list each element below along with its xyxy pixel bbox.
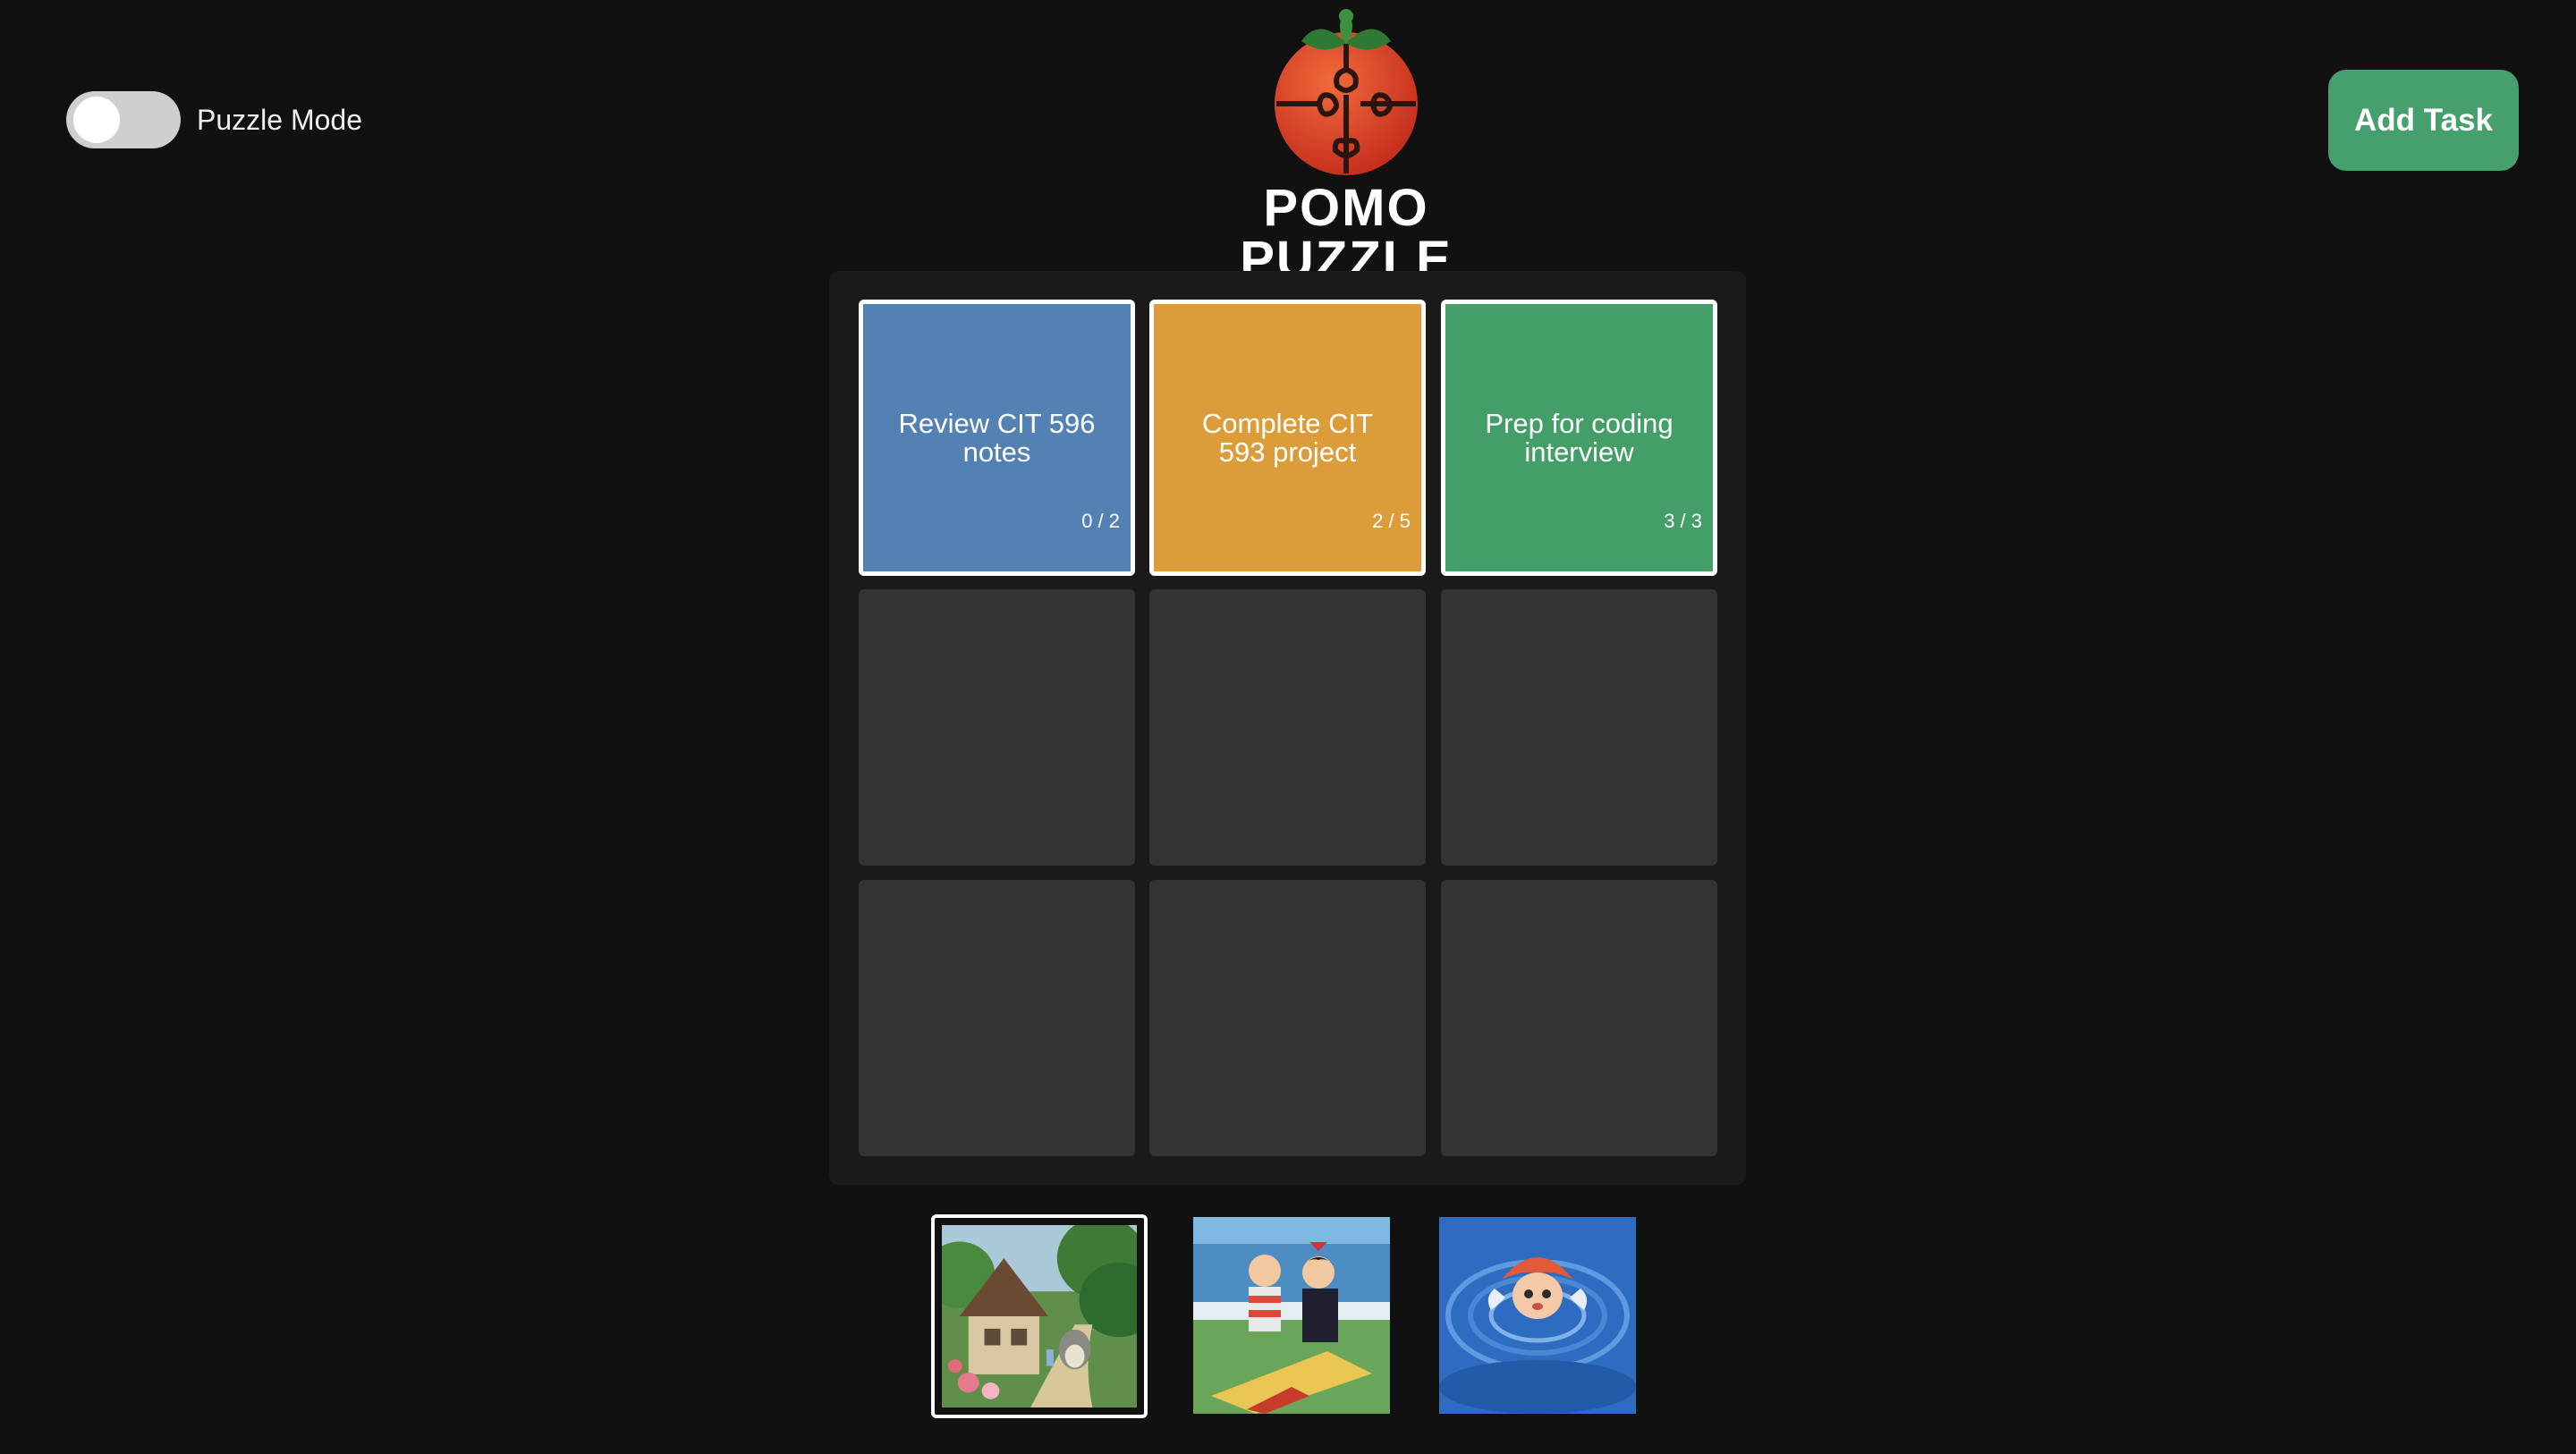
puzzle-mode-label: Puzzle Mode — [197, 103, 362, 136]
app-root: Puzzle Mode POMO PUZZLE Add Task Review … — [0, 0, 2576, 1454]
underwater-fish-girl-image — [1439, 1217, 1636, 1414]
thumbnail-underwater[interactable] — [1439, 1217, 1636, 1414]
app-logo: POMO PUZZLE — [1154, 7, 1538, 286]
beach-picnic-image — [1193, 1217, 1390, 1414]
task-progress: 2 / 5 — [1372, 510, 1411, 532]
task-tile-prep-coding-interview[interactable]: Prep for coding interview 3 / 3 — [1441, 300, 1717, 576]
cottage-forest-image — [942, 1225, 1137, 1408]
empty-tile[interactable] — [859, 880, 1135, 1156]
toggle-knob — [73, 97, 120, 143]
puzzle-board: Review CIT 596 notes 0 / 2 Complete CIT … — [829, 271, 1746, 1185]
add-task-button[interactable]: Add Task — [2328, 70, 2519, 171]
thumbnail-cottage[interactable] — [931, 1214, 1148, 1418]
task-progress: 3 / 3 — [1664, 510, 1702, 532]
puzzle-mode-toggle[interactable] — [66, 91, 181, 148]
puzzle-image-picker — [0, 1214, 2576, 1420]
puzzle-mode-toggle-group: Puzzle Mode — [66, 91, 362, 148]
empty-tile[interactable] — [1149, 589, 1426, 866]
task-title: Complete CIT 593 project — [1201, 407, 1374, 468]
empty-tile[interactable] — [1441, 880, 1717, 1156]
empty-tile[interactable] — [1441, 589, 1717, 866]
task-tile-review-cit596[interactable]: Review CIT 596 notes 0 / 2 — [859, 300, 1135, 576]
empty-tile[interactable] — [859, 589, 1135, 866]
task-tile-complete-cit593[interactable]: Complete CIT 593 project 2 / 5 — [1149, 300, 1426, 576]
empty-tile[interactable] — [1149, 880, 1426, 1156]
task-title: Review CIT 596 notes — [898, 407, 1096, 468]
tomato-puzzle-icon — [1275, 9, 1418, 175]
task-progress: 0 / 2 — [1081, 510, 1120, 532]
thumbnail-beach-picnic[interactable] — [1193, 1217, 1390, 1414]
task-title: Prep for coding interview — [1485, 407, 1674, 468]
